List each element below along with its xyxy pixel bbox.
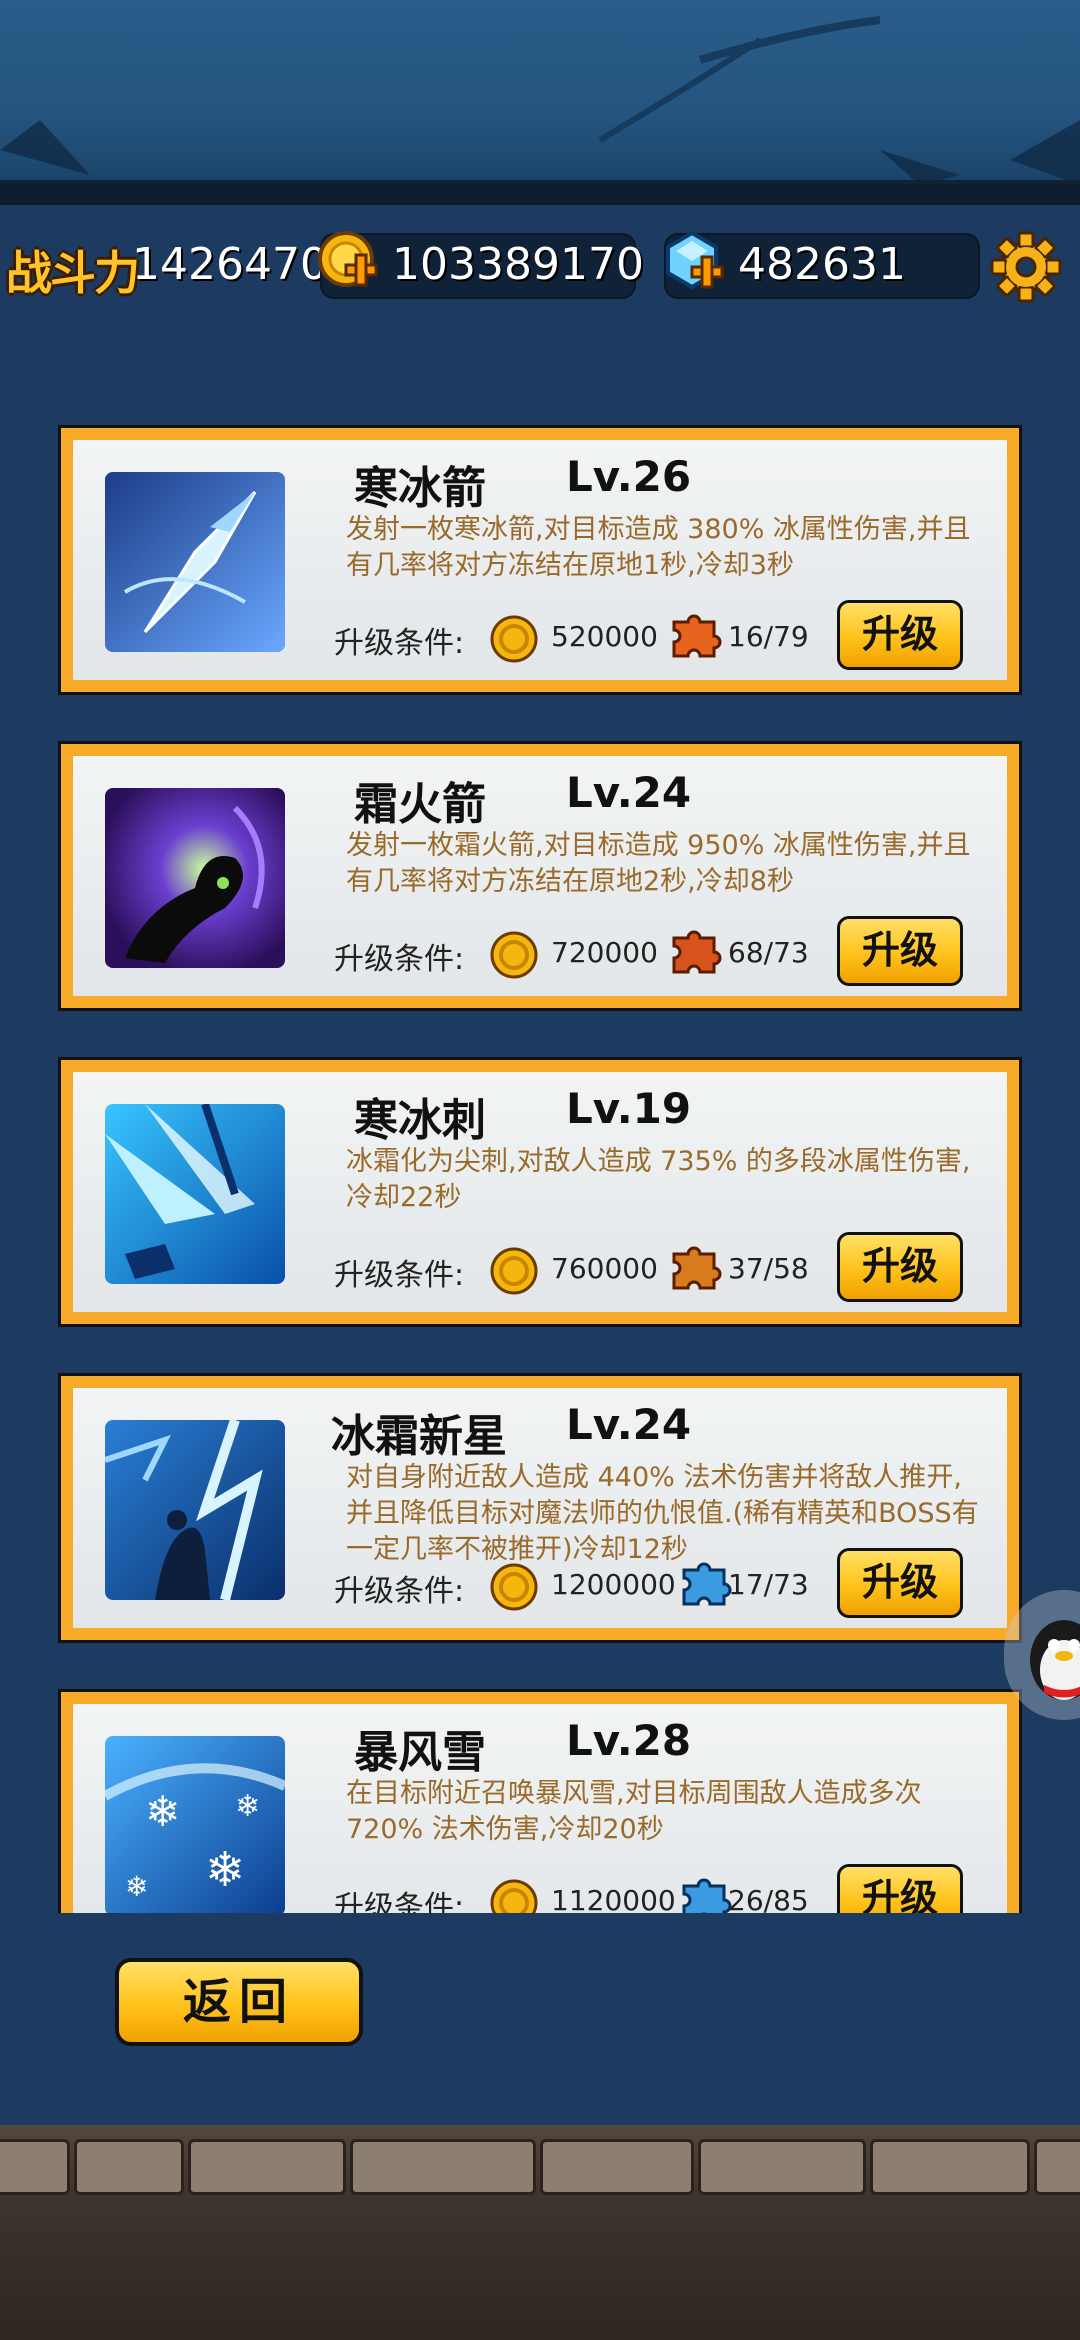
- skill-name: 冰霜新星: [331, 1411, 507, 1462]
- skill-card: 寒冰刺 Lv.19 冰霜化为尖刺,对敌人造成 735% 的多段冰属性伤害,冷却2…: [58, 1057, 1022, 1327]
- frostfire-arrow-icon: [105, 788, 285, 968]
- svg-text:❄: ❄: [205, 1842, 245, 1898]
- coin-icon: [489, 930, 539, 984]
- diamond-value: 482631: [738, 239, 906, 290]
- skill-description: 发射一枚寒冰箭,对目标造成 380% 冰属性伤害,并且有几率将对方冻结在原地1秒…: [346, 514, 971, 581]
- qq-penguin-icon[interactable]: [1004, 1590, 1080, 1720]
- brick: [350, 2139, 536, 2195]
- upgrade-button[interactable]: 升级: [837, 916, 963, 986]
- upgrade-button[interactable]: 升级: [837, 1864, 963, 1913]
- brick: [540, 2139, 694, 2195]
- skill-name: 寒冰刺: [354, 1095, 486, 1146]
- frost-nova-icon: [105, 1420, 285, 1600]
- skill-description: 发射一枚霜火箭,对目标造成 950% 冰属性伤害,并且有几率将对方冻结在原地2秒…: [346, 830, 971, 897]
- fragment-count: 26/85: [728, 1884, 809, 1913]
- brick: [0, 2139, 70, 2195]
- skill-card: 霜火箭 Lv.24 发射一枚霜火箭,对目标造成 950% 冰属性伤害,并且有几率…: [58, 741, 1022, 1011]
- upgrade-cost: 760000: [551, 1252, 658, 1285]
- ground-decoration: [0, 2125, 1080, 2340]
- upgrade-condition-label: 升级条件:: [334, 1258, 465, 1293]
- power-value: 1426470: [132, 239, 328, 290]
- upgrade-button[interactable]: 升级: [837, 1548, 963, 1618]
- skill-level: Lv.28: [566, 1716, 692, 1765]
- skill-list[interactable]: 寒冰箭 Lv.26 发射一枚寒冰箭,对目标造成 380% 冰属性伤害,并且有几率…: [58, 425, 1022, 1913]
- blizzard-icon: ❄ ❄ ❄ ❄: [105, 1736, 285, 1913]
- fragment-count: 68/73: [728, 936, 809, 969]
- upgrade-button[interactable]: 升级: [837, 600, 963, 670]
- upgrade-condition-label: 升级条件:: [334, 1574, 465, 1609]
- skill-description: 冰霜化为尖刺,对敌人造成 735% 的多段冰属性伤害,冷却22秒: [346, 1146, 971, 1213]
- upgrade-cost: 1120000: [551, 1884, 676, 1913]
- skill-name: 寒冰箭: [354, 463, 486, 514]
- brick: [188, 2139, 346, 2195]
- banner-decoration: [0, 16, 1080, 185]
- svg-text:❄: ❄: [235, 1789, 260, 1824]
- svg-text:❄: ❄: [125, 1870, 148, 1903]
- skill-description: 在目标附近召唤暴风雪,对目标周围敌人造成多次 720% 法术伤害,冷却20秒: [346, 1778, 922, 1845]
- brick: [1034, 2139, 1080, 2195]
- puzzle-fragment-icon: [666, 924, 722, 984]
- upgrade-cost: 720000: [551, 936, 658, 969]
- skill-level: Lv.24: [566, 1400, 692, 1449]
- back-button[interactable]: 返回: [115, 1958, 363, 2046]
- gear-icon[interactable]: [990, 231, 1062, 307]
- ice-spike-icon: [105, 1104, 285, 1284]
- power-label: 战斗力: [6, 246, 140, 300]
- coin-icon: [489, 1878, 539, 1913]
- brick: [698, 2139, 866, 2195]
- upgrade-cost: 1200000: [551, 1568, 676, 1601]
- skill-card: 寒冰箭 Lv.26 发射一枚寒冰箭,对目标造成 380% 冰属性伤害,并且有几率…: [58, 425, 1022, 695]
- skill-card: ❄ ❄ ❄ ❄ 暴风雪 Lv.28 在目标附近召唤暴风雪,对目标周围敌人造成多次…: [58, 1689, 1022, 1913]
- gold-value: 103389170: [392, 239, 644, 290]
- puzzle-fragment-icon: [676, 1872, 732, 1913]
- puzzle-fragment-icon: [666, 1240, 722, 1300]
- skill-name: 霜火箭: [354, 779, 486, 830]
- upgrade-cost: 520000: [551, 620, 658, 653]
- upgrade-button[interactable]: 升级: [837, 1232, 963, 1302]
- upgrade-condition-label: 升级条件:: [334, 626, 465, 661]
- ice-arrow-icon: [105, 472, 285, 652]
- brick: [74, 2139, 184, 2195]
- fragment-count: 37/58: [728, 1252, 809, 1285]
- upgrade-condition-label: 升级条件:: [334, 1890, 465, 1913]
- skill-card: 冰霜新星 Lv.24 对自身附近敌人造成 440% 法术伤害并将敌人推开,并且降…: [58, 1373, 1022, 1643]
- puzzle-fragment-icon: [676, 1556, 732, 1616]
- puzzle-fragment-icon: [666, 608, 722, 668]
- brick: [870, 2139, 1030, 2195]
- skill-level: Lv.19: [566, 1084, 692, 1133]
- upgrade-condition-label: 升级条件:: [334, 942, 465, 977]
- fragment-count: 16/79: [728, 620, 809, 653]
- skill-level: Lv.26: [566, 452, 692, 501]
- diamond-plus-icon[interactable]: [662, 229, 730, 301]
- gold-plus-icon[interactable]: [316, 229, 384, 301]
- top-banner: [0, 0, 1080, 205]
- coin-icon: [489, 1562, 539, 1616]
- coin-icon: [489, 614, 539, 668]
- banner-ridge: [0, 180, 1080, 205]
- skill-level: Lv.24: [566, 768, 692, 817]
- svg-text:❄: ❄: [145, 1787, 180, 1836]
- coin-icon: [489, 1246, 539, 1300]
- status-bar: 战斗力 1426470 103389170 482631: [0, 225, 1080, 305]
- fragment-count: 17/73: [728, 1568, 809, 1601]
- skill-name: 暴风雪: [354, 1727, 486, 1778]
